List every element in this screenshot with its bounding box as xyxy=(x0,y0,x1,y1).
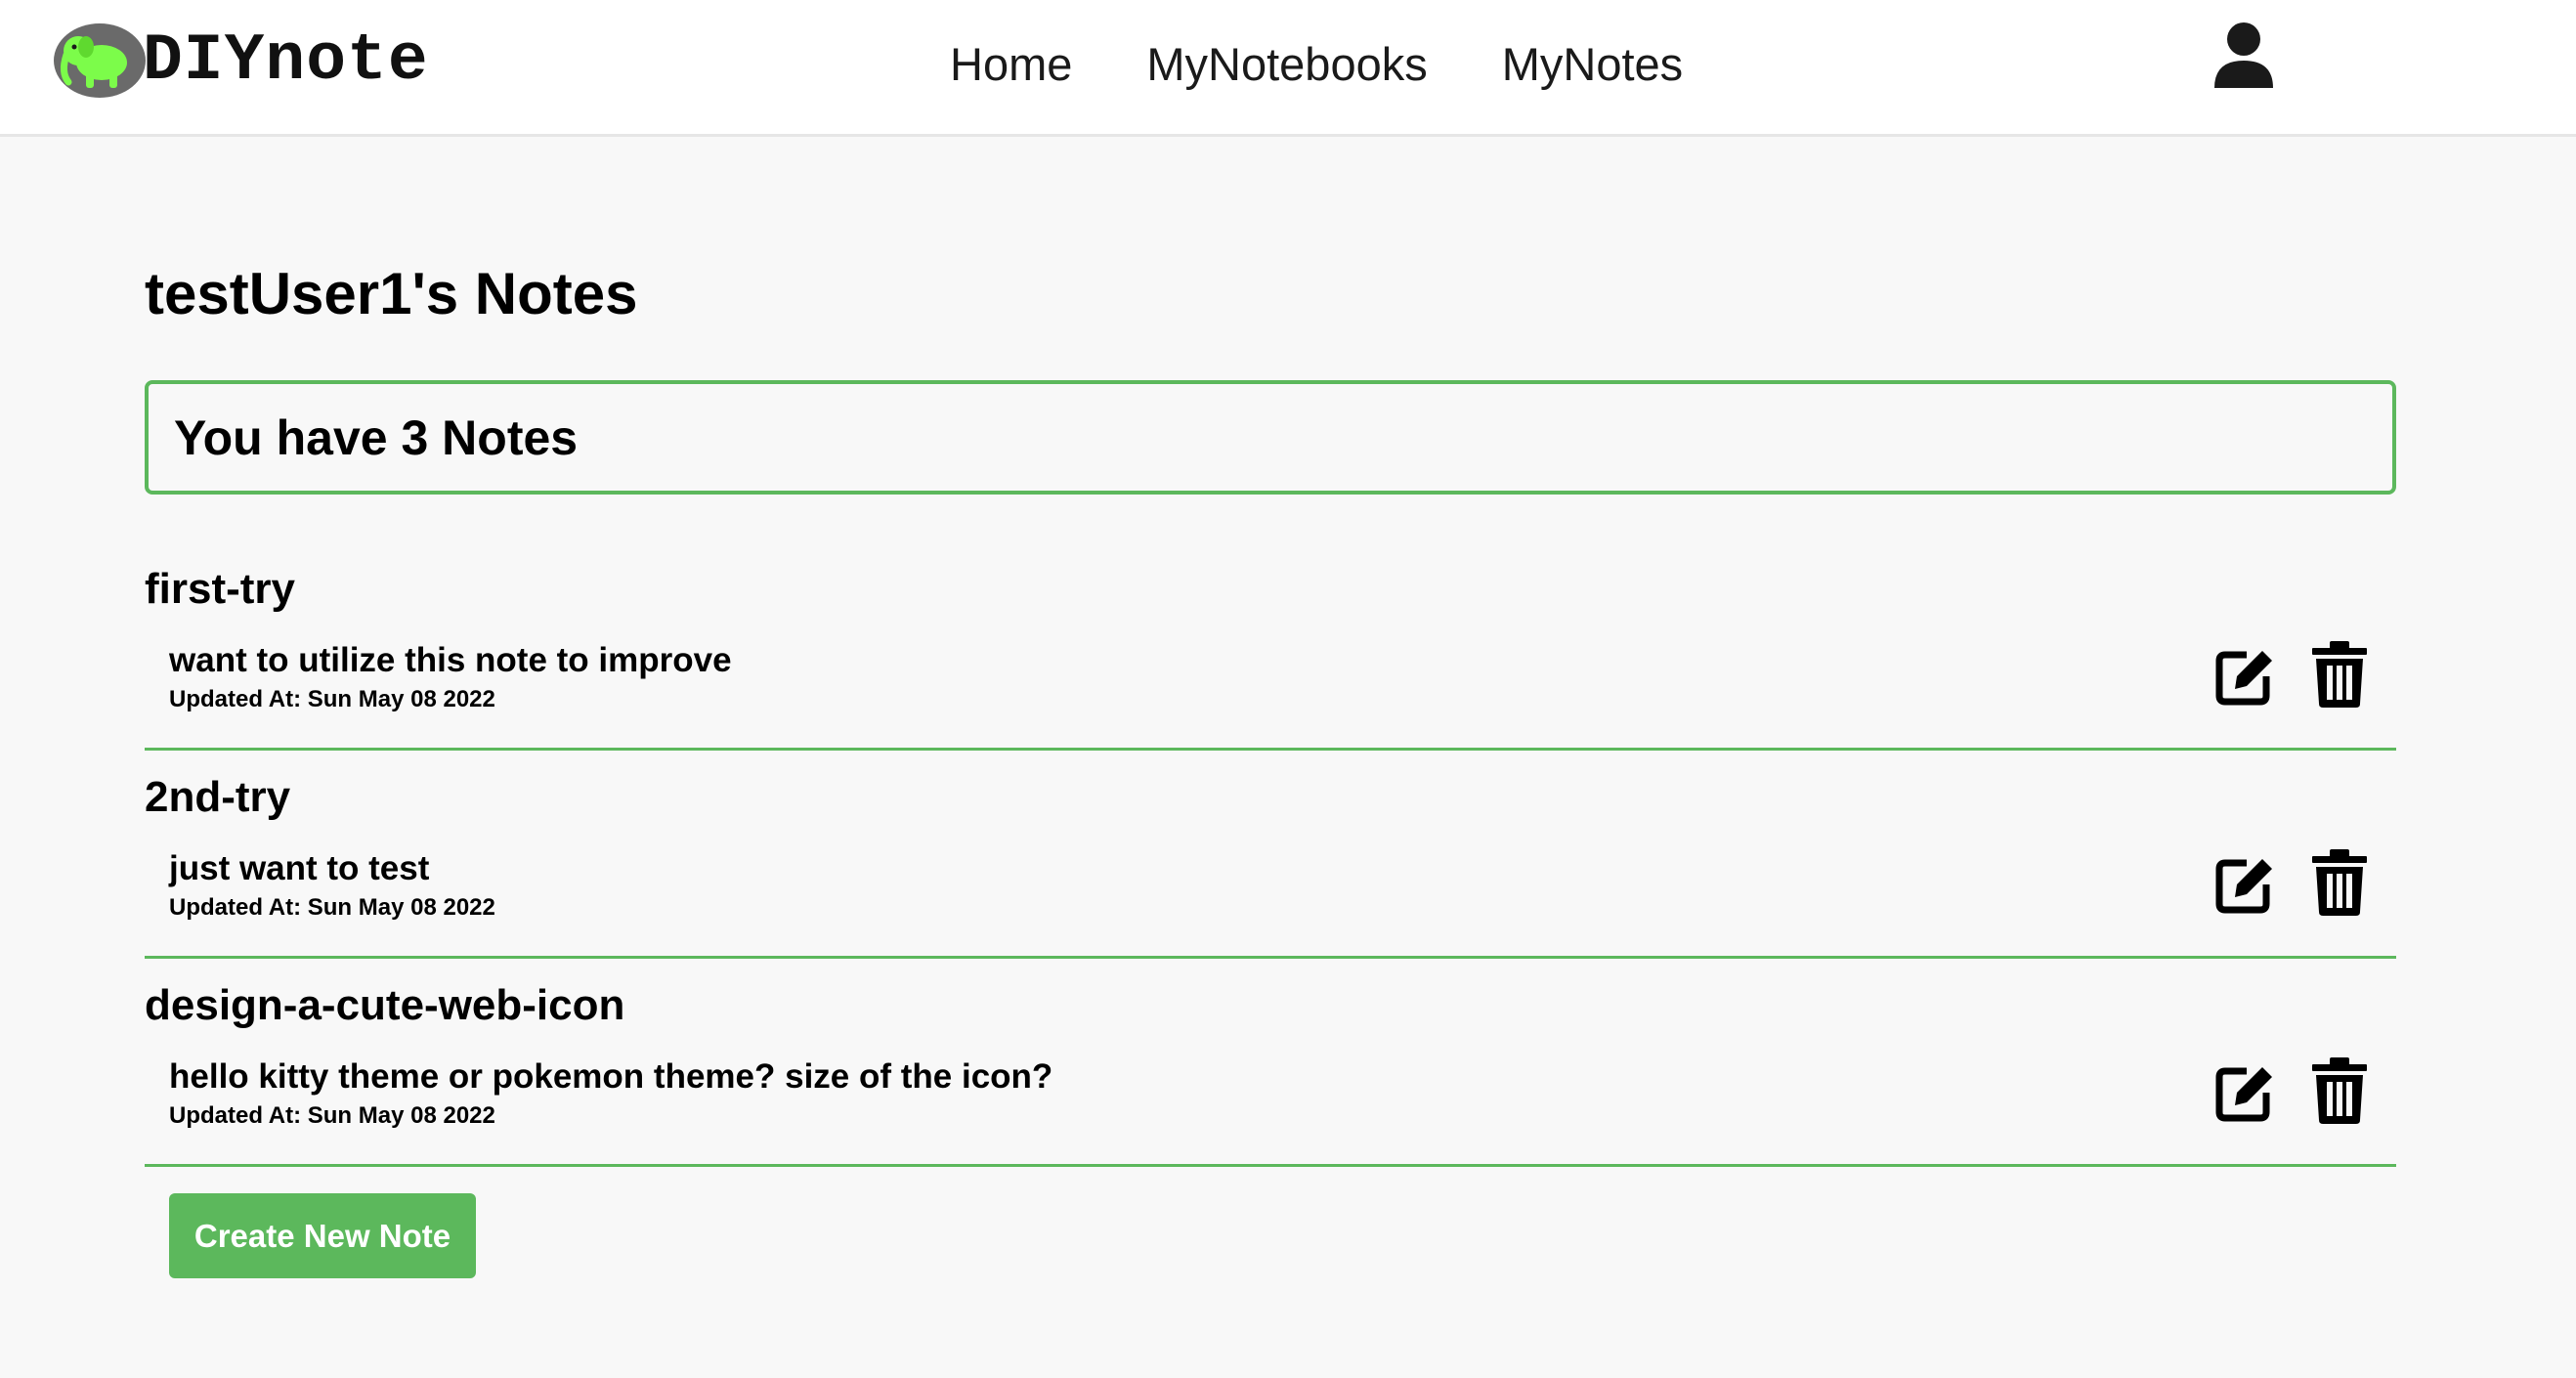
note-content: want to utilize this note to improve xyxy=(169,641,732,679)
user-icon[interactable] xyxy=(2212,22,2275,90)
note-item: design-a-cute-web-icon hello kitty theme… xyxy=(145,981,2396,1167)
note-item: first-try want to utilize this note to i… xyxy=(145,565,2396,751)
create-new-note-button[interactable]: Create New Note xyxy=(169,1193,476,1278)
nav-mynotebooks[interactable]: MyNotebooks xyxy=(1146,37,1427,91)
note-item: 2nd-try just want to test Updated At: Su… xyxy=(145,773,2396,959)
edit-icon[interactable] xyxy=(2213,851,2278,916)
nav-home[interactable]: Home xyxy=(950,37,1072,91)
note-title: design-a-cute-web-icon xyxy=(145,981,625,1029)
note-content: hello kitty theme or pokemon theme? size… xyxy=(169,1057,1053,1096)
note-title: 2nd-try xyxy=(145,773,291,821)
note-count-box: You have 3 Notes xyxy=(145,380,2396,495)
trash-icon[interactable] xyxy=(2312,1057,2367,1124)
nav-mynotes[interactable]: MyNotes xyxy=(1502,37,1683,91)
edit-icon[interactable] xyxy=(2213,1059,2278,1124)
edit-icon[interactable] xyxy=(2213,643,2278,708)
trash-icon[interactable] xyxy=(2312,641,2367,708)
nav-links: Home MyNotebooks MyNotes xyxy=(950,37,1757,91)
note-count-text: You have 3 Notes xyxy=(174,410,579,465)
elephant-icon xyxy=(54,23,146,98)
note-updated-date: Updated At: Sun May 08 2022 xyxy=(169,894,495,921)
note-content: just want to test xyxy=(169,849,430,887)
note-updated-date: Updated At: Sun May 08 2022 xyxy=(169,686,495,712)
trash-icon[interactable] xyxy=(2312,849,2367,916)
brand-logo[interactable]: DIYnote xyxy=(53,22,429,100)
navbar: DIYnote Home MyNotebooks MyNotes xyxy=(0,0,2576,137)
note-updated-date: Updated At: Sun May 08 2022 xyxy=(169,1102,495,1129)
page-title: testUser1's Notes xyxy=(145,261,638,326)
note-title: first-try xyxy=(145,565,296,613)
brand-name: DIYnote xyxy=(143,22,429,99)
page: DIYnote Home MyNotebooks MyNotes testUse… xyxy=(0,0,2576,1378)
